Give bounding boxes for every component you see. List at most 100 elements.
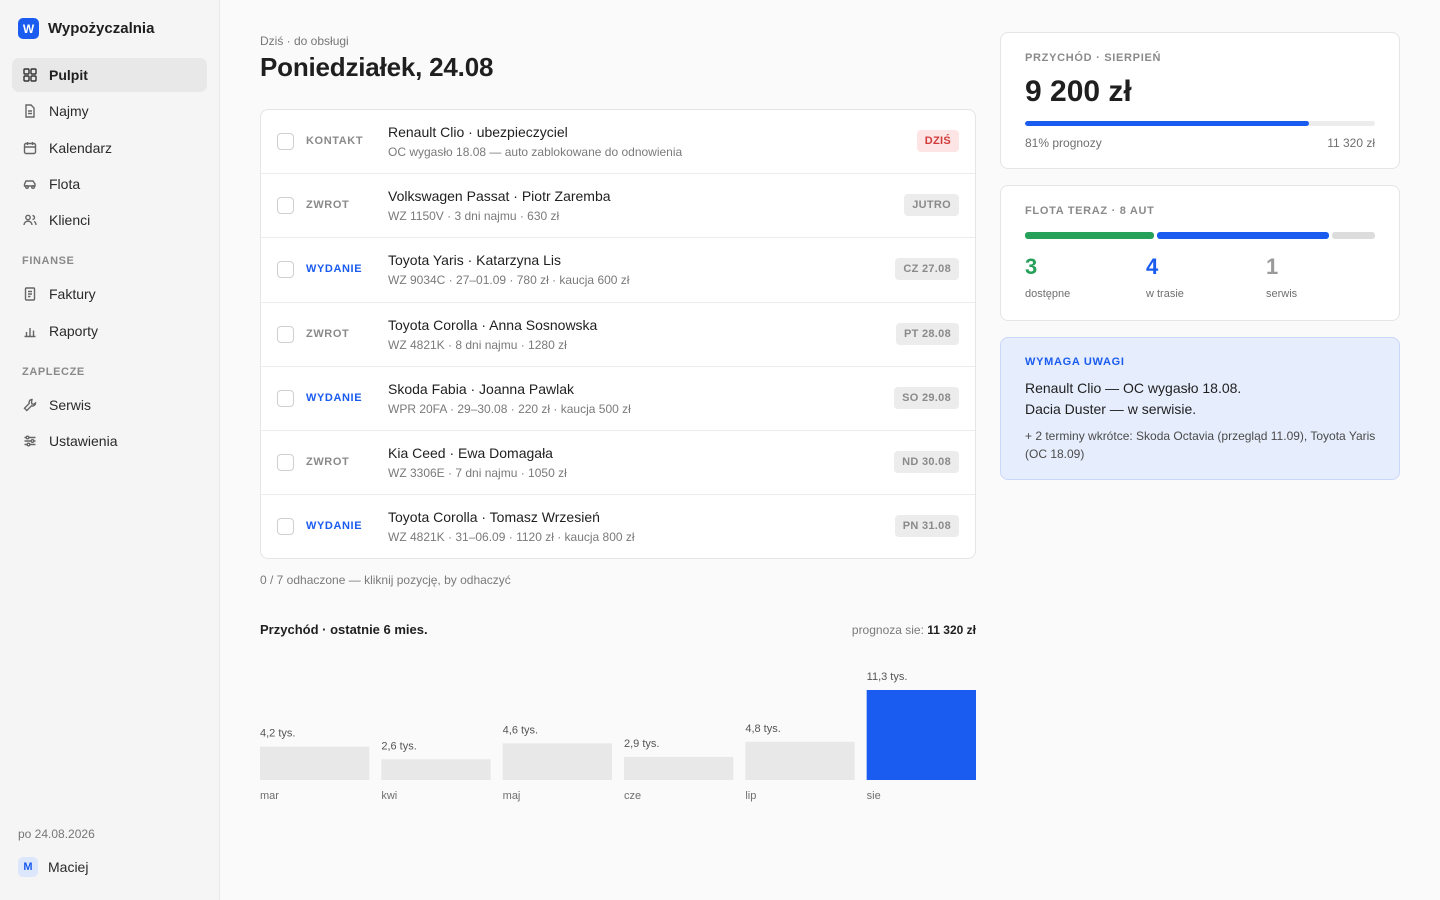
sidebar-item-label: Pulpit <box>49 67 88 83</box>
task-title: Kia Ceed · Ewa Domagała <box>388 444 553 461</box>
chart-category-label: kwi <box>381 790 397 802</box>
task-details: WZ 1150V · 3 dni najmu · 630 zł <box>388 209 560 224</box>
task-row[interactable]: ZWROT Kia Ceed · Ewa Domagała WZ 3306E ·… <box>261 431 975 496</box>
sidebar-item-raporty[interactable]: Raporty <box>12 314 207 348</box>
chart-bar-cze[interactable] <box>624 756 734 780</box>
attention-item: Dacia Duster — w serwisie. <box>1025 401 1197 417</box>
page-subtitle: Dziś · do obsługi <box>260 34 349 48</box>
task-details: WPR 20FA · 29–30.08 · 220 zł · kaucja 50… <box>388 401 631 416</box>
fleet-stat-on-road[interactable]: 4 w trasie <box>1146 254 1184 300</box>
fleet-segment-available <box>1025 232 1154 239</box>
sidebar-item-label: Ustawienia <box>49 433 118 450</box>
car-icon <box>23 180 36 189</box>
task-details: OC wygasło 18.08 — auto zablokowane do o… <box>388 145 683 159</box>
nav-section-zaplecze: ZAPLECZE <box>22 366 85 379</box>
sidebar-item-ustawienia[interactable]: Ustawienia <box>12 424 207 458</box>
chart-category-label: maj <box>503 790 521 802</box>
chart-value-label: 4,6 tys. <box>503 724 538 736</box>
task-checkbox[interactable] <box>277 133 294 150</box>
sidebar-item-label: Faktury <box>49 286 96 303</box>
brand[interactable]: W Wypożyczalnia <box>18 18 154 39</box>
task-date-badge: CZ 27.08 <box>895 258 959 281</box>
task-title: Toyota Corolla · Tomasz Wrzesień <box>388 509 600 526</box>
task-type: WYDANIE <box>306 391 363 404</box>
user-menu[interactable]: M Maciej <box>18 857 88 877</box>
chart-bar-sie[interactable] <box>866 690 976 780</box>
chart-category-label: sie <box>867 790 881 802</box>
chart-category-label: mar <box>260 790 279 802</box>
task-date-badge: ND 30.08 <box>894 450 959 473</box>
sidebar-item-serwis[interactable]: Serwis <box>12 388 207 422</box>
brand-logo: W <box>18 18 39 39</box>
fleet-stat-service[interactable]: 1 serwis <box>1266 254 1297 300</box>
chart-value-label: 4,2 tys. <box>260 728 295 740</box>
sidebar-item-flota[interactable]: Flota <box>12 167 207 201</box>
task-details: WZ 4821K · 31–06.09 · 1120 zł · kaucja 8… <box>388 530 635 545</box>
chart-value-label: 2,6 tys. <box>381 740 416 752</box>
task-details: WZ 9034C · 27–01.09 · 780 zł · kaucja 60… <box>388 273 630 288</box>
chart-bar-kwi[interactable] <box>381 759 491 780</box>
sidebar-item-klienci[interactable]: Klienci <box>12 203 207 237</box>
sidebar-item-label: Serwis <box>49 397 92 414</box>
task-type: ZWROT <box>306 455 350 468</box>
task-row[interactable]: WYDANIE Toyota Corolla · Tomasz Wrzesień… <box>261 495 975 558</box>
task-date-badge: JUTRO <box>904 194 959 217</box>
chart-bar-maj[interactable] <box>502 743 612 780</box>
task-title: Skoda Fabia · Joanna Pawlak <box>388 380 574 397</box>
fleet-stat-available[interactable]: 3 dostępne <box>1025 254 1070 300</box>
sidebar-item-label: Kalendarz <box>49 139 113 156</box>
task-title: Toyota Yaris · Katarzyna Lis <box>388 252 562 269</box>
task-title: Toyota Corolla · Anna Sosnowska <box>388 316 598 333</box>
sidebar-item-najmy[interactable]: Najmy <box>12 94 207 128</box>
fleet-stat-caption: w trasie <box>1146 288 1184 300</box>
task-type: ZWROT <box>306 199 350 212</box>
sidebar-item-label: Flota <box>49 175 81 192</box>
task-row[interactable]: ZWROT Toyota Corolla · Anna Sosnowska WZ… <box>261 303 975 367</box>
task-details: WZ 3306E · 7 dni najmu · 1050 zł <box>388 465 567 480</box>
task-row[interactable]: KONTAKT Renault Clio · ubezpieczyciel OC… <box>261 110 975 175</box>
sidebar-nav: Pulpit Najmy Kalendarz Flota Klienci FIN… <box>12 58 207 461</box>
wrench-icon <box>23 398 37 412</box>
grid-icon <box>23 68 37 82</box>
task-details: WZ 4821K · 8 dni najmu · 1280 zł <box>388 337 567 352</box>
task-checkbox[interactable] <box>277 389 294 407</box>
task-date-badge: PN 31.08 <box>894 515 959 538</box>
revenue-target: 11 320 zł <box>1327 136 1375 150</box>
sidebar: W Wypożyczalnia Pulpit Najmy Kalendarz F… <box>0 0 220 900</box>
revenue-card: PRZYCHÓD · SIERPIEŃ 9 200 zł 81% prognoz… <box>1000 32 1400 169</box>
revenue-progress-label: 81% prognozy <box>1025 136 1102 150</box>
invoice-icon <box>24 287 36 302</box>
revenue-progress-fill <box>1025 121 1309 126</box>
sidebar-item-kalendarz[interactable]: Kalendarz <box>12 131 207 165</box>
chart-value-label: 2,9 tys. <box>624 738 659 750</box>
sidebar-item-faktury[interactable]: Faktury <box>12 277 207 311</box>
task-type: ZWROT <box>306 327 350 340</box>
sidebar-item-pulpit[interactable]: Pulpit <box>12 58 207 92</box>
nav-section-finanse: FINANSE <box>22 255 75 268</box>
task-row[interactable]: ZWROT Volkswagen Passat · Piotr Zaremba … <box>261 174 975 239</box>
task-checkbox[interactable] <box>277 518 294 536</box>
attention-card: WYMAGA UWAGI Renault Clio — OC wygasło 1… <box>1000 337 1400 480</box>
attention-item: Renault Clio — OC wygasło 18.08. <box>1025 380 1242 396</box>
revenue-card-label: PRZYCHÓD · SIERPIEŃ <box>1025 52 1162 64</box>
attention-card-label: WYMAGA UWAGI <box>1025 356 1125 368</box>
task-checkbox[interactable] <box>277 453 294 471</box>
task-checkbox[interactable] <box>277 261 294 279</box>
task-checkbox[interactable] <box>277 325 294 343</box>
fleet-card: FLOTA TERAZ · 8 AUT 3 dostępne 4 w trasi… <box>1000 185 1400 321</box>
chart-category-label: cze <box>624 790 641 802</box>
task-date-badge: DZIŚ <box>916 130 959 152</box>
chart-bar-lip[interactable] <box>745 741 855 780</box>
task-date-badge: SO 29.08 <box>894 386 959 409</box>
page-title: Poniedziałek, 24.08 <box>260 52 494 82</box>
task-row[interactable]: WYDANIE Toyota Yaris · Katarzyna Lis WZ … <box>261 238 975 303</box>
fleet-segment-service <box>1332 232 1375 239</box>
fleet-stat-value: 4 <box>1146 254 1159 279</box>
task-row[interactable]: WYDANIE Skoda Fabia · Joanna Pawlak WPR … <box>261 367 975 431</box>
fleet-status-bar <box>1025 232 1375 239</box>
fleet-stat-caption: serwis <box>1266 288 1298 300</box>
chart-bar-mar[interactable] <box>260 746 370 780</box>
task-checkbox[interactable] <box>277 197 294 215</box>
sidebar-date: po 24.08.2026 <box>18 827 95 841</box>
attention-upcoming: + 2 terminy wkrótce: Skoda Octavia (prze… <box>1025 429 1376 461</box>
